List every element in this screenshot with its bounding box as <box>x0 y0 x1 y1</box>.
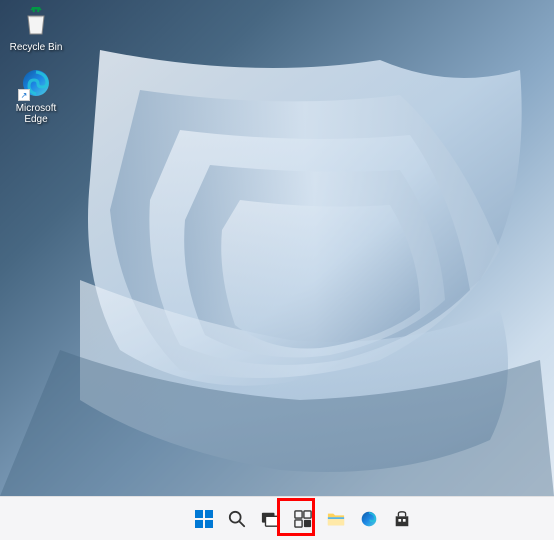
widgets-icon <box>294 510 312 528</box>
taskbar <box>0 496 554 540</box>
shortcut-arrow-icon: ↗ <box>18 89 30 101</box>
edge-icon <box>360 510 378 528</box>
edge-button[interactable] <box>355 505 383 533</box>
start-button[interactable] <box>190 505 218 533</box>
task-view-button[interactable] <box>256 505 284 533</box>
recycle-bin-label: Recycle Bin <box>10 42 63 53</box>
windows-logo-icon <box>194 509 214 529</box>
microsoft-edge-label: Microsoft Edge <box>4 103 68 125</box>
file-explorer-icon <box>327 510 345 528</box>
desktop-wallpaper <box>0 0 554 540</box>
store-button[interactable] <box>388 505 416 533</box>
search-icon <box>228 510 246 528</box>
file-explorer-button[interactable] <box>322 505 350 533</box>
search-button[interactable] <box>223 505 251 533</box>
task-view-icon <box>261 510 279 528</box>
widgets-button[interactable] <box>289 505 317 533</box>
microsoft-edge-icon[interactable]: ↗ Microsoft Edge <box>2 63 70 127</box>
desktop-icons-area: Recycle Bin ↗ Microsoft Edge <box>2 2 70 127</box>
store-icon <box>393 510 411 528</box>
recycle-bin-icon[interactable]: Recycle Bin <box>2 2 70 55</box>
